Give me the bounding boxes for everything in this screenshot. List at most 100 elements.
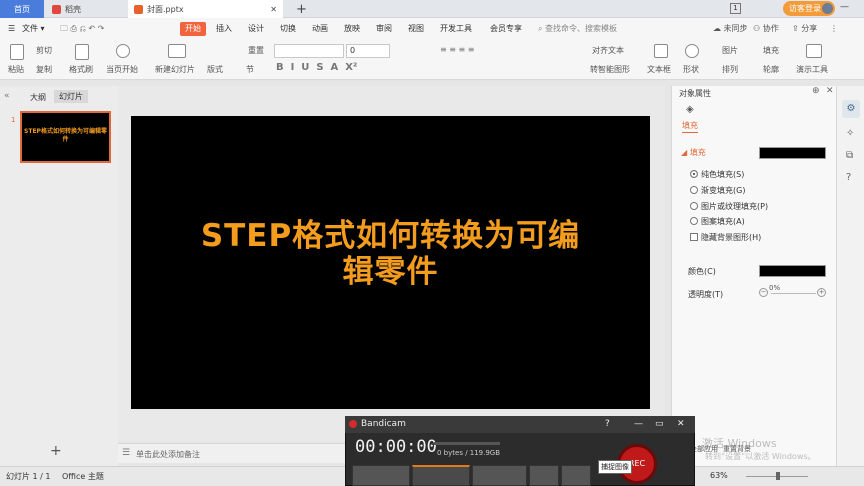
- text-format-buttons[interactable]: B I U S A X²: [276, 62, 357, 73]
- unsync-button[interactable]: ☁ 未同步: [713, 22, 748, 36]
- settings-button[interactable]: [529, 465, 559, 486]
- zoom-slider-thumb[interactable]: [776, 472, 780, 480]
- color-label: 颜色(C): [688, 267, 716, 276]
- properties-icon[interactable]: ⚙: [842, 100, 860, 118]
- increase-transparency-icon[interactable]: +: [817, 288, 826, 297]
- notes-placeholder: 单击此处添加备注: [136, 450, 200, 459]
- textbox-button[interactable]: 文本框: [647, 64, 671, 75]
- menu-animation[interactable]: 动画: [312, 22, 328, 36]
- layout-button[interactable]: 版式: [207, 64, 223, 75]
- color-dropdown[interactable]: [759, 265, 826, 277]
- bandicam-titlebar[interactable]: Bandicam ? — ▭ ✕: [345, 416, 695, 433]
- collab-button[interactable]: ⚇ 协作: [753, 22, 779, 36]
- avatar[interactable]: [822, 3, 833, 14]
- menu-icon[interactable]: ☰: [8, 22, 15, 36]
- menu-review[interactable]: 审阅: [376, 22, 392, 36]
- menu-insert[interactable]: 插入: [216, 22, 232, 36]
- close-pane-icon[interactable]: ✕: [826, 86, 834, 96]
- slide-tools-button[interactable]: 演示工具: [796, 64, 828, 75]
- paste-icon[interactable]: [10, 44, 24, 60]
- slide-tools-icon[interactable]: [806, 44, 822, 58]
- new-slide-button[interactable]: 新建幻灯片: [155, 64, 195, 75]
- menu-member-label: 会员专享: [490, 24, 522, 33]
- tab-document[interactable]: 封面.pptx ✕: [128, 0, 283, 18]
- quick-access-icons[interactable]: 🗀 ⎙ ⎌ ↶ ↷: [60, 22, 104, 36]
- font-name-select[interactable]: [274, 44, 344, 58]
- pattern-fill-label: 图案填充(A): [701, 217, 745, 226]
- fill-color-dropdown[interactable]: [759, 147, 826, 159]
- menu-devtools[interactable]: 开发工具: [440, 22, 472, 36]
- slide-thumbnail[interactable]: STEP格式如何转换为可编辑零件: [20, 111, 111, 163]
- tab-home[interactable]: 首页: [0, 0, 44, 18]
- transparency-slider[interactable]: [771, 293, 816, 294]
- paste-button[interactable]: 粘贴: [8, 64, 24, 75]
- bandicam-help[interactable]: ?: [605, 416, 610, 433]
- screen-mode-button[interactable]: [412, 465, 470, 486]
- shape-button[interactable]: 形状: [683, 64, 699, 75]
- new-tab-button[interactable]: +: [290, 0, 307, 18]
- menu-file[interactable]: 文件 ▾: [22, 22, 45, 36]
- share-button[interactable]: ⇪ 分享: [792, 22, 817, 36]
- menu-slideshow-label: 放映: [344, 24, 360, 33]
- window-layout-icon[interactable]: 1: [730, 3, 741, 14]
- pin-icon[interactable]: ⊕: [812, 86, 820, 96]
- right-sidebar: ⚙ ✧ ⧉ ?: [836, 86, 864, 466]
- menu-member[interactable]: 会员专享: [490, 22, 522, 36]
- tab-outline[interactable]: 大纲: [30, 92, 46, 103]
- collapse-panel-icon[interactable]: «: [4, 91, 10, 101]
- format-painter-button[interactable]: 格式刷: [69, 64, 93, 75]
- slide-title[interactable]: STEP格式如何转换为可编 辑零件: [131, 218, 650, 290]
- reset-background-button[interactable]: 重置背景: [723, 444, 751, 454]
- textbox-icon[interactable]: [654, 44, 668, 58]
- menu-review-label: 审阅: [376, 24, 392, 33]
- decrease-transparency-icon[interactable]: −: [759, 288, 768, 297]
- add-slide-icon[interactable]: +: [50, 443, 62, 459]
- device-mode-button[interactable]: [472, 465, 527, 486]
- font-size-select[interactable]: 0: [346, 44, 390, 58]
- radio-pattern-fill[interactable]: [690, 217, 698, 225]
- radio-picture-fill[interactable]: [690, 202, 698, 210]
- switch-icon[interactable]: ⧉: [846, 150, 853, 161]
- animation-icon[interactable]: ✧: [846, 128, 854, 139]
- paragraph-buttons[interactable]: ≡ ≡ ≡ ≡: [440, 45, 474, 54]
- play-icon[interactable]: [116, 44, 130, 58]
- zoom-level[interactable]: 63%: [710, 471, 728, 480]
- copy-button[interactable]: 复制: [36, 64, 52, 75]
- bandicam-minimize-icon[interactable]: —: [634, 416, 643, 433]
- radio-gradient-fill[interactable]: [690, 186, 698, 194]
- bandicam-restore-icon[interactable]: ▭: [655, 416, 664, 433]
- align-text-button[interactable]: 对齐文本: [592, 45, 624, 56]
- menu-view[interactable]: 视图: [408, 22, 424, 36]
- menu-design[interactable]: 设计: [248, 22, 264, 36]
- pane-title: 对象属性: [679, 89, 711, 98]
- radio-solid-fill[interactable]: [690, 170, 698, 178]
- game-mode-button[interactable]: [352, 465, 410, 486]
- format-painter-icon[interactable]: [75, 44, 89, 60]
- picture-button[interactable]: 图片: [722, 45, 738, 56]
- fill-button[interactable]: 填充: [763, 45, 779, 56]
- minimize-icon[interactable]: —: [840, 2, 849, 12]
- play-from-current-button[interactable]: 当页开始: [106, 64, 138, 75]
- menu-slideshow[interactable]: 放映: [344, 22, 360, 36]
- tab-docer[interactable]: 稻壳: [46, 0, 124, 18]
- outline-button[interactable]: 轮廓: [763, 64, 779, 75]
- arrange-button[interactable]: 排列: [722, 64, 738, 75]
- menu-start[interactable]: 开始: [180, 22, 206, 36]
- smartart-button[interactable]: 转智能图形: [590, 64, 630, 75]
- shape-icon[interactable]: [685, 44, 699, 58]
- command-search[interactable]: ⌕ 查找命令、搜索模板: [538, 22, 617, 36]
- cut-button[interactable]: 剪切: [36, 45, 52, 56]
- bandicam-close-icon[interactable]: ✕: [677, 416, 685, 433]
- tab-close-icon[interactable]: ✕: [270, 5, 277, 14]
- section-button[interactable]: 节: [246, 64, 254, 75]
- reset-button[interactable]: 重置: [248, 45, 264, 56]
- fill-section-header[interactable]: ◢ 填充: [681, 147, 706, 158]
- more-icon[interactable]: ⋮: [830, 22, 838, 36]
- hide-background-checkbox[interactable]: [690, 233, 698, 241]
- menu-transition[interactable]: 切换: [280, 22, 296, 36]
- tab-fill[interactable]: 填充: [682, 120, 698, 133]
- tab-slides[interactable]: 幻灯片: [54, 90, 88, 103]
- help-icon[interactable]: ?: [846, 172, 851, 183]
- new-slide-icon[interactable]: [168, 44, 186, 58]
- folder-button[interactable]: [561, 465, 591, 486]
